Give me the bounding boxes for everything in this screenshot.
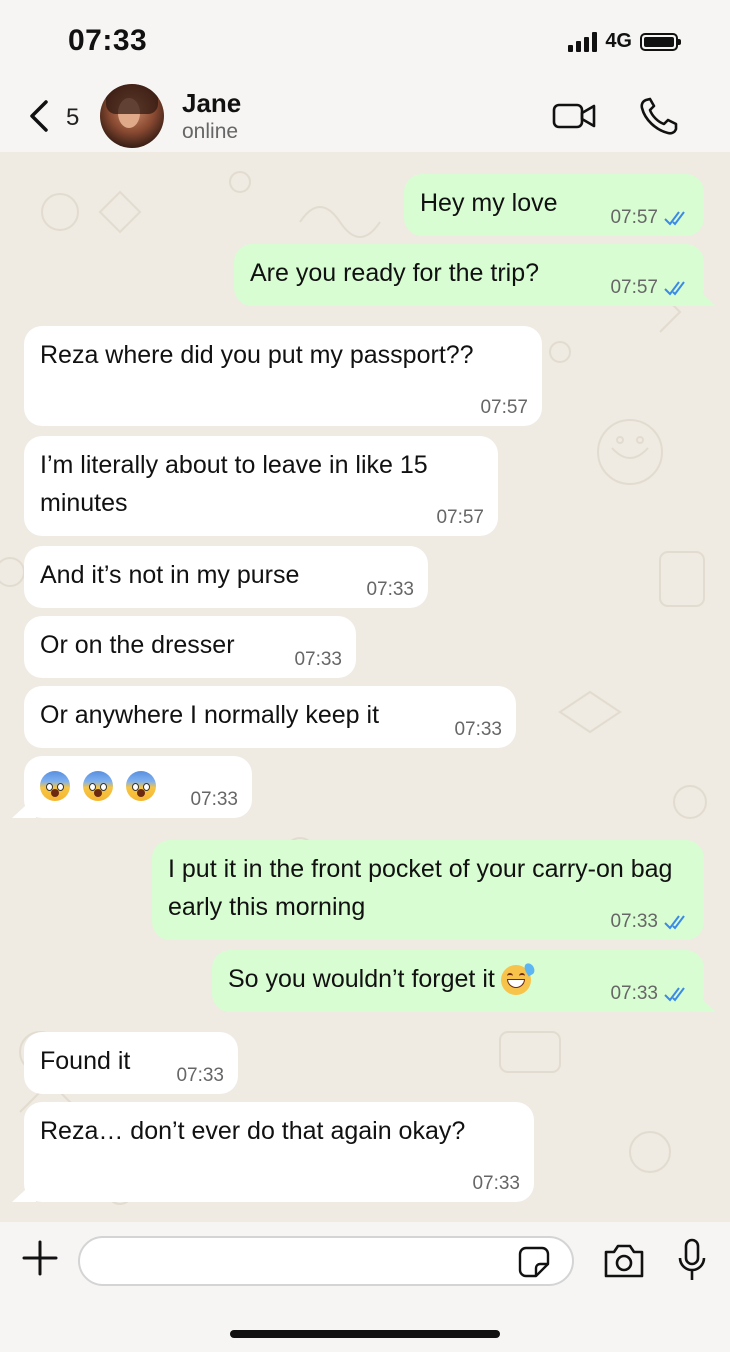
- message-time: 07:33: [610, 911, 658, 932]
- message-bubble-outgoing[interactable]: So you wouldn’t forget it 07:33: [212, 950, 704, 1012]
- message-meta: 07:57: [480, 398, 528, 418]
- face-screaming-in-fear-icon: [125, 771, 156, 802]
- message-text: Reza… don’t ever do that again okay?: [40, 1117, 466, 1145]
- status-bar: 07:33 4G: [0, 0, 730, 80]
- message-time: 07:33: [294, 649, 342, 670]
- message-meta: 07:33: [294, 650, 342, 670]
- message-time: 07:33: [454, 719, 502, 740]
- message-input[interactable]: [78, 1236, 574, 1286]
- message-bubble-outgoing[interactable]: Are you ready for the trip? 07:57: [234, 244, 704, 306]
- message-time: 07:33: [190, 789, 238, 810]
- status-indicators: 4G: [568, 30, 681, 53]
- message-time: 07:57: [610, 277, 658, 298]
- signal-bars-icon: [568, 31, 598, 52]
- battery-icon: [640, 32, 681, 51]
- message-time: 07:33: [176, 1065, 224, 1086]
- message-meta: 07:57: [610, 278, 690, 298]
- message-bubble-incoming[interactable]: I’m literally about to leave in like 15 …: [24, 436, 498, 536]
- message-time: 07:57: [610, 207, 658, 228]
- contact-name[interactable]: Jane: [182, 88, 241, 119]
- message-bubble-incoming[interactable]: Reza… don’t ever do that again okay? 07:…: [24, 1102, 534, 1202]
- message-bubble-incoming[interactable]: Found it 07:33: [24, 1032, 238, 1094]
- face-screaming-in-fear-icon: [82, 771, 113, 802]
- message-bubble-incoming[interactable]: Or on the dresser 07:33: [24, 616, 356, 678]
- phone-icon[interactable]: [636, 96, 684, 136]
- message-meta: 07:33: [610, 984, 690, 1004]
- message-time: 07:33: [610, 983, 658, 1004]
- plus-icon[interactable]: [20, 1238, 60, 1278]
- message-time: 07:33: [472, 1173, 520, 1194]
- message-bubble-incoming[interactable]: 07:33: [24, 756, 252, 818]
- message-text: So you wouldn’t forget it: [228, 965, 495, 993]
- message-bubble-outgoing[interactable]: Hey my love 07:57: [404, 174, 704, 236]
- message-meta: 07:33: [176, 1066, 224, 1086]
- double-check-icon: [664, 987, 685, 1002]
- unread-count[interactable]: 5: [66, 104, 79, 132]
- chat-header: 5 Jane online: [0, 80, 730, 152]
- message-bubble-incoming[interactable]: And it’s not in my purse 07:33: [24, 546, 428, 608]
- grinning-face-with-sweat-icon: [500, 961, 537, 996]
- camera-icon[interactable]: [602, 1242, 646, 1280]
- microphone-icon[interactable]: [676, 1238, 708, 1282]
- message-bubble-incoming[interactable]: Reza where did you put my passport?? 07:…: [24, 326, 542, 426]
- message-time: 07:57: [436, 507, 484, 528]
- message-meta: 07:33: [190, 790, 238, 810]
- message-bubble-outgoing[interactable]: I put it in the front pocket of your car…: [152, 840, 704, 940]
- video-camera-icon[interactable]: [550, 96, 598, 136]
- status-time: 07:33: [68, 24, 148, 57]
- message-text: Reza where did you put my passport??: [40, 341, 474, 369]
- message-meta: 07:57: [436, 508, 484, 528]
- message-meta: 07:57: [610, 208, 690, 228]
- message-text: Or anywhere I normally keep it: [40, 701, 380, 729]
- message-time: 07:57: [480, 397, 528, 418]
- message-bubble-incoming[interactable]: Or anywhere I normally keep it 07:33: [24, 686, 516, 748]
- message-meta: 07:33: [472, 1174, 520, 1194]
- contact-status: online: [182, 120, 239, 143]
- double-check-icon: [664, 915, 685, 930]
- message-composer: [0, 1222, 730, 1352]
- face-screaming-in-fear-icon: [40, 771, 70, 802]
- message-meta: 07:33: [454, 720, 502, 740]
- double-check-icon: [664, 211, 685, 226]
- home-indicator[interactable]: [230, 1330, 500, 1338]
- message-meta: 07:33: [610, 912, 690, 932]
- message-time: 07:33: [366, 579, 414, 600]
- double-check-icon: [664, 281, 685, 296]
- message-text: I’m literally about to leave in like 15 …: [40, 451, 428, 517]
- network-type: 4G: [605, 30, 632, 52]
- message-text: And it’s not in my purse: [40, 561, 300, 589]
- avatar[interactable]: [100, 84, 164, 148]
- message-meta: 07:33: [366, 580, 414, 600]
- sticker-icon[interactable]: [518, 1246, 550, 1278]
- chevron-left-icon[interactable]: [22, 94, 62, 138]
